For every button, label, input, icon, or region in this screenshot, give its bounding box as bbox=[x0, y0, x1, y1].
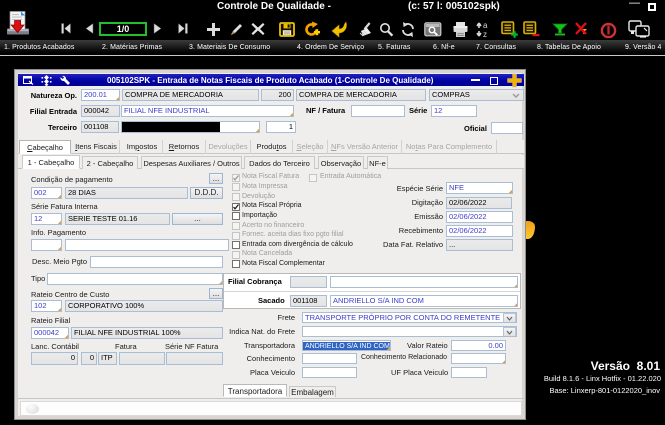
svg-text:z: z bbox=[483, 30, 487, 38]
svg-text:a: a bbox=[483, 21, 488, 30]
